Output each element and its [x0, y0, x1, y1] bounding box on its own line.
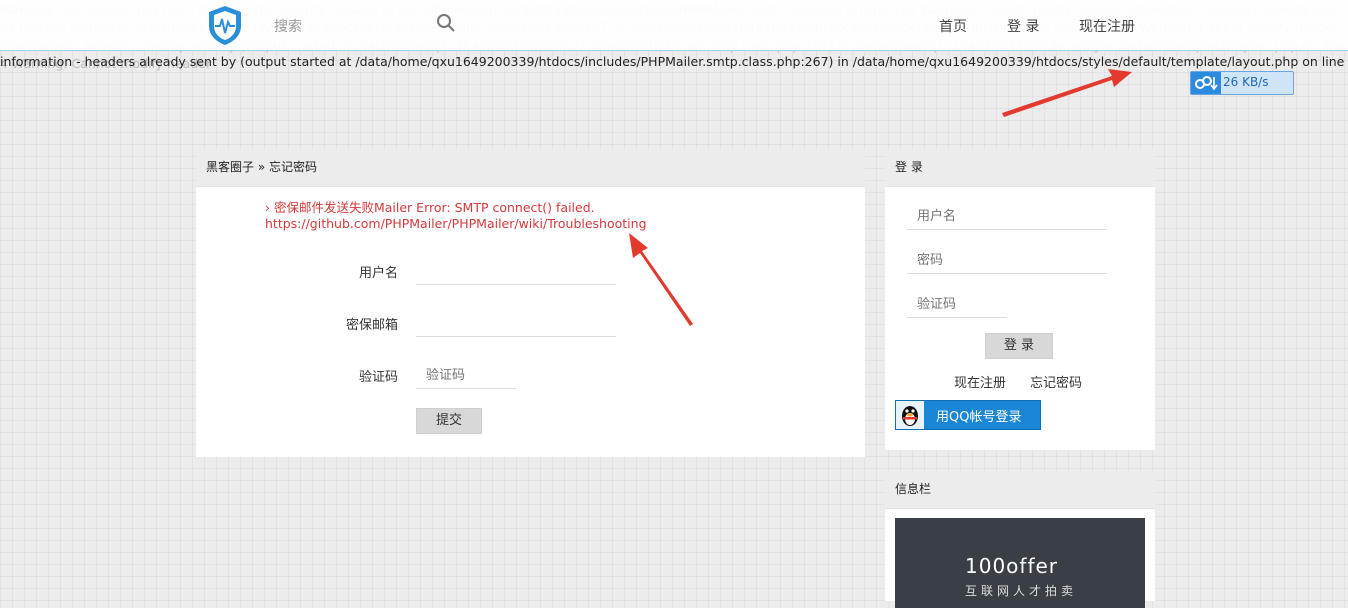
qq-login-button[interactable]: 用QQ帐号登录: [895, 400, 1041, 430]
forgot-password-panel: 黑客圈子 » 忘记密码 › 密保邮件发送失败Mailer Error: SMTP…: [196, 149, 865, 457]
error-line: › 密保邮件发送失败Mailer Error: SMTP connect() f…: [265, 200, 595, 215]
error-url[interactable]: https://github.com/PHPMailer/PHPMailer/w…: [265, 216, 685, 232]
error-message: › 密保邮件发送失败Mailer Error: SMTP connect() f…: [265, 200, 685, 232]
breadcrumb: 黑客圈子 » 忘记密码: [196, 149, 865, 187]
login-panel: 登 录 登 录 现在注册 忘记密码 用QQ帐号登录: [885, 149, 1155, 450]
ad-subtitle: 互联网人才拍卖: [965, 584, 1078, 598]
captcha-label: 验证码: [358, 370, 398, 385]
login-username-input[interactable]: [907, 204, 1107, 230]
forgot-password-link[interactable]: 忘记密码: [1030, 372, 1082, 391]
login-password-input[interactable]: [907, 248, 1107, 274]
nav-login-link[interactable]: 登 录: [1007, 16, 1039, 36]
login-panel-title: 登 录: [885, 149, 1155, 187]
username-label: 用户名: [358, 266, 398, 281]
info-panel-title: 信息栏: [885, 471, 1155, 509]
email-input[interactable]: [416, 311, 616, 337]
top-nav-bar: 搜索 首页 登 录 现在注册: [0, 0, 1348, 51]
qq-penguin-icon: [896, 401, 924, 429]
username-input[interactable]: [416, 259, 616, 285]
cloud-speed-icon: [1191, 72, 1221, 94]
network-speed-widget[interactable]: 26 KB/s: [1190, 71, 1294, 95]
search-icon[interactable]: [436, 13, 456, 33]
ad-banner[interactable]: 100offer 互联网人才拍卖: [895, 518, 1145, 608]
info-panel: 信息栏 100offer 互联网人才拍卖: [885, 471, 1155, 608]
ad-logo: 100offer: [965, 554, 1059, 578]
login-captcha-input[interactable]: [907, 292, 1007, 318]
captcha-input[interactable]: [416, 363, 516, 389]
nav-register-link[interactable]: 现在注册: [1079, 16, 1135, 36]
qq-login-label: 用QQ帐号登录: [936, 410, 1022, 425]
nav-home-link[interactable]: 首页: [939, 16, 967, 36]
email-label: 密保邮箱: [345, 318, 398, 333]
nav-search-label[interactable]: 搜索: [274, 16, 302, 36]
php-warning-line: information - headers already sent by (o…: [0, 54, 1348, 69]
submit-button[interactable]: 提交: [416, 408, 482, 434]
login-button[interactable]: 登 录: [985, 333, 1053, 359]
shield-logo-icon[interactable]: [206, 4, 244, 46]
speed-value: 26 KB/s: [1223, 75, 1269, 89]
arrow-to-warning: [1002, 69, 1132, 117]
register-link[interactable]: 现在注册: [954, 372, 1006, 391]
